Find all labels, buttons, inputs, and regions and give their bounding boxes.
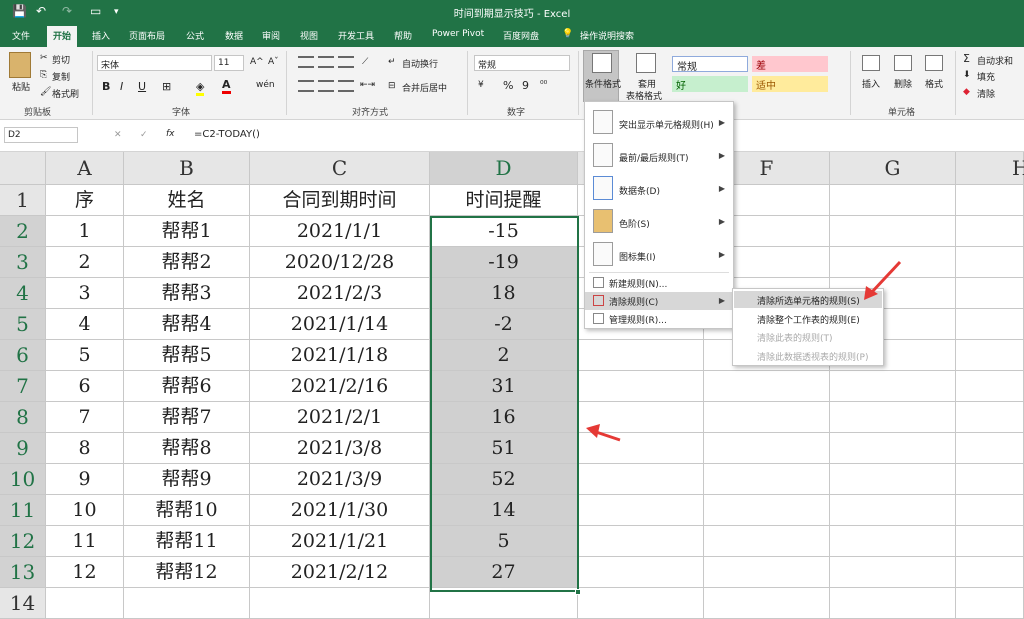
annotation-arrows — [586, 260, 902, 442]
annotation-arrow-selection — [586, 424, 621, 442]
annotation-arrow-submenu — [864, 260, 902, 300]
